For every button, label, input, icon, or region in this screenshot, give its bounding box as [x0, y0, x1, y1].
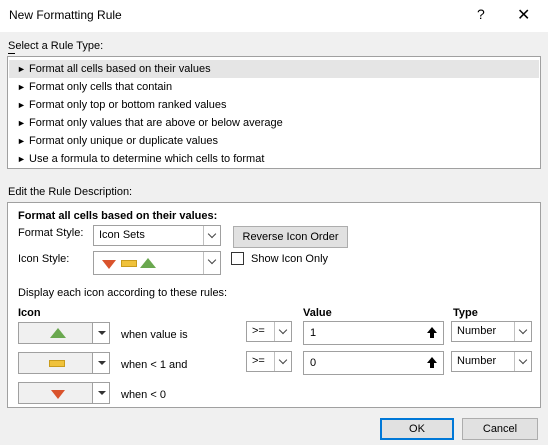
arrow-icon: ►: [17, 154, 26, 164]
chevron-down-icon: [274, 352, 291, 371]
title-bar: New Formatting Rule ? ✕: [0, 0, 548, 32]
condition-text-row-2: when < 1 and: [121, 359, 188, 371]
col-value-header: Value: [303, 307, 332, 319]
green-triangle-up-icon: [50, 328, 66, 338]
rule-type-item[interactable]: ► Format only top or bottom ranked values: [9, 96, 539, 114]
rules-caption: Display each icon according to these rul…: [18, 287, 228, 299]
chevron-down-icon: [92, 323, 109, 343]
yellow-bar-icon: [121, 260, 137, 267]
format-style-label: Format Style:: [18, 227, 84, 239]
rule-type-item[interactable]: ► Format only values that are above or be…: [9, 114, 539, 132]
operator-select-row-1[interactable]: >=: [246, 321, 292, 342]
show-icon-only-label: Show Icon Only: [251, 253, 329, 265]
chevron-down-icon: [274, 322, 291, 341]
rule-type-list[interactable]: ► Format all cells based on their values …: [7, 56, 541, 169]
chevron-down-icon: [92, 353, 109, 373]
green-triangle-up-icon: [140, 258, 156, 268]
icon-style-label: Icon Style:: [18, 253, 70, 265]
description-heading: Format all cells based on their values:: [18, 210, 218, 222]
access-key-underline: [8, 53, 15, 54]
arrow-icon: ►: [17, 100, 26, 110]
col-icon-header: Icon: [18, 307, 41, 319]
arrow-icon: ►: [17, 136, 26, 146]
range-picker-icon[interactable]: [422, 353, 442, 373]
rule-description-panel: Format all cells based on their values: …: [7, 202, 541, 408]
ok-button[interactable]: OK: [380, 418, 454, 440]
rule-type-item[interactable]: ► Format only cells that contain: [9, 78, 539, 96]
value-input-row-1[interactable]: 1: [303, 321, 444, 345]
rule-type-label: Select a Rule Type:: [8, 40, 104, 52]
yellow-bar-icon: [49, 360, 65, 367]
col-type-header: Type: [453, 307, 478, 319]
rule-type-item[interactable]: ► Format only unique or duplicate values: [9, 132, 539, 150]
arrow-icon: ►: [17, 64, 26, 74]
rule-type-item[interactable]: ► Use a formula to determine which cells …: [9, 150, 539, 168]
chevron-down-icon: [514, 322, 531, 341]
icon-style-select[interactable]: [93, 251, 221, 275]
show-icon-only-checkbox[interactable]: [231, 252, 244, 265]
red-triangle-down-icon: [102, 260, 116, 269]
red-triangle-down-icon: [51, 390, 65, 399]
range-picker-icon[interactable]: [422, 323, 442, 343]
format-style-select[interactable]: Icon Sets: [93, 225, 221, 246]
value-input-row-2[interactable]: 0: [303, 351, 444, 375]
chevron-down-icon: [203, 252, 220, 274]
icon-select-row-1[interactable]: [18, 322, 110, 344]
arrow-icon: ►: [17, 82, 26, 92]
chevron-down-icon: [203, 226, 220, 245]
chevron-down-icon: [92, 383, 109, 403]
icon-select-row-2[interactable]: [18, 352, 110, 374]
close-icon[interactable]: ✕: [517, 5, 530, 25]
arrow-icon: ►: [17, 118, 26, 128]
chevron-down-icon: [514, 352, 531, 371]
help-icon[interactable]: ?: [477, 6, 485, 22]
operator-select-row-2[interactable]: >=: [246, 351, 292, 372]
type-select-row-1[interactable]: Number: [451, 321, 532, 342]
condition-text-row-3: when < 0: [121, 389, 166, 401]
window-title: New Formatting Rule: [9, 8, 122, 22]
icon-select-row-3[interactable]: [18, 382, 110, 404]
reverse-icon-order-button[interactable]: Reverse Icon Order: [233, 226, 348, 248]
rule-description-label: Edit the Rule Description:: [8, 186, 133, 198]
condition-text-row-1: when value is: [121, 329, 188, 341]
rule-type-item[interactable]: ► Format all cells based on their values: [9, 60, 539, 78]
cancel-button[interactable]: Cancel: [462, 418, 538, 440]
type-select-row-2[interactable]: Number: [451, 351, 532, 372]
